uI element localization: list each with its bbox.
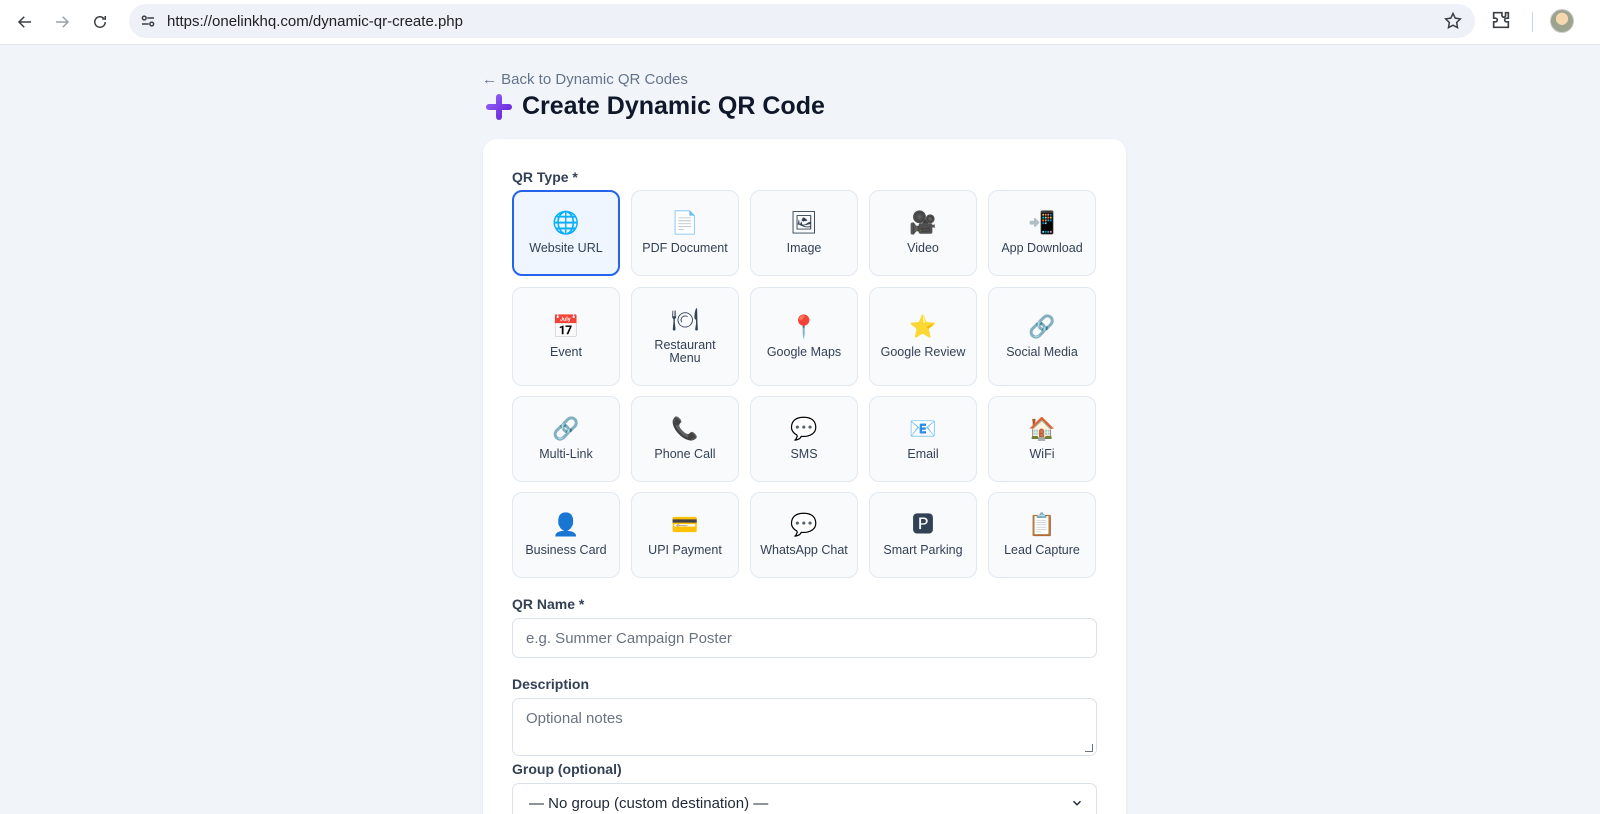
group-label: Group (optional) xyxy=(512,761,622,777)
speech-bubble-icon: 💬 xyxy=(790,417,818,442)
back-arrow-icon[interactable] xyxy=(10,7,40,37)
site-info-icon[interactable] xyxy=(137,10,159,32)
qr-type-business-card[interactable]: 👤 Business Card xyxy=(512,492,620,578)
qr-type-label: WhatsApp Chat xyxy=(760,543,848,557)
url-text[interactable]: https://onelinkhq.com/dynamic-qr-create.… xyxy=(167,13,463,30)
qr-type-social-media[interactable]: 🔗 Social Media xyxy=(988,287,1096,386)
qr-type-label: SMS xyxy=(790,447,818,461)
forward-arrow-icon[interactable] xyxy=(47,7,77,37)
description-textarea[interactable]: Optional notes xyxy=(512,698,1097,756)
qr-type-label: Lead Capture xyxy=(1004,543,1080,557)
qr-type-label: Multi-Link xyxy=(539,447,593,461)
qr-type-label: Event xyxy=(550,344,582,359)
chevron-down-icon xyxy=(1072,800,1082,806)
page-title: Create Dynamic QR Code xyxy=(486,92,825,121)
link-icon: 🔗 xyxy=(1028,314,1056,340)
qr-type-label: PDF Document xyxy=(642,241,728,255)
person-icon: 👤 xyxy=(552,513,580,538)
qr-type-label: Website URL xyxy=(529,241,603,255)
qr-type-label: Video xyxy=(907,241,939,255)
qr-type-whatsapp-chat[interactable]: 💬 WhatsApp Chat xyxy=(750,492,858,578)
qr-type-label: Smart Parking xyxy=(883,543,963,557)
link-icon: 🔗 xyxy=(552,417,580,442)
calendar-icon: 📅 xyxy=(552,314,580,340)
qr-name-label: QR Name * xyxy=(512,596,585,612)
plate-cutlery-icon: 🍽 xyxy=(671,308,699,333)
browser-toolbar: https://onelinkhq.com/dynamic-qr-create.… xyxy=(0,0,1600,45)
qr-type-label: App Download xyxy=(1001,241,1083,255)
qr-type-lead-capture[interactable]: 📋 Lead Capture xyxy=(988,492,1096,578)
phone-icon: 📞 xyxy=(671,417,699,442)
description-label: Description xyxy=(512,676,590,692)
qr-type-upi-payment[interactable]: 💳 UPI Payment xyxy=(631,492,739,578)
globe-icon: 🌐 xyxy=(552,211,580,236)
resize-handle[interactable] xyxy=(1085,744,1093,752)
qr-type-label: QR Type * xyxy=(512,169,578,185)
qr-type-event[interactable]: 📅 Event xyxy=(512,287,620,386)
qr-type-phone-call[interactable]: 📞 Phone Call xyxy=(631,396,739,482)
group-select-value: — No group (custom destination) — xyxy=(529,795,769,812)
house-icon: 🏠 xyxy=(1028,417,1056,442)
page-title-text: Create Dynamic QR Code xyxy=(522,92,825,120)
parking-icon: 🅿 xyxy=(911,513,934,538)
qr-type-label: Google Maps xyxy=(766,344,842,359)
map-pin-icon: 📍 xyxy=(790,314,818,340)
qr-type-pdf-document[interactable]: 📄 PDF Document xyxy=(631,190,739,276)
reload-icon[interactable] xyxy=(85,7,115,37)
qr-type-email[interactable]: 📧 Email xyxy=(869,396,977,482)
bookmark-star-icon[interactable] xyxy=(1443,11,1463,31)
qr-type-label: Social Media xyxy=(1006,344,1078,359)
qr-type-label: Google Review xyxy=(880,344,966,359)
qr-type-label: Restaurant Menu xyxy=(654,338,716,365)
qr-type-website-url[interactable]: 🌐 Website URL xyxy=(512,190,620,276)
qr-type-label: Image xyxy=(786,241,822,255)
qr-type-label: Email xyxy=(907,447,939,461)
profile-avatar[interactable] xyxy=(1550,9,1574,33)
picture-icon: 🖼 xyxy=(790,211,818,236)
speech-bubble-icon: 💬 xyxy=(790,513,818,538)
email-icon: 📧 xyxy=(909,417,937,442)
kebab-menu-icon[interactable]: ⋮ xyxy=(1593,12,1600,32)
star-icon: ⭐ xyxy=(909,314,937,340)
plus-icon xyxy=(486,93,512,120)
address-bar[interactable]: https://onelinkhq.com/dynamic-qr-create.… xyxy=(129,4,1475,38)
movie-camera-icon: 🎥 xyxy=(909,211,937,236)
back-to-dynamic-qr-link[interactable]: ← Back to Dynamic QR Codes xyxy=(482,71,688,88)
qr-type-video[interactable]: 🎥 Video xyxy=(869,190,977,276)
qr-type-google-review[interactable]: ⭐ Google Review xyxy=(869,287,977,386)
qr-type-label: Business Card xyxy=(525,543,607,557)
clipboard-icon: 📋 xyxy=(1028,513,1056,538)
qr-type-label: Phone Call xyxy=(654,447,716,461)
toolbar-divider xyxy=(1532,12,1533,32)
qr-type-label: WiFi xyxy=(1029,447,1055,461)
qr-type-multi-link[interactable]: 🔗 Multi-Link xyxy=(512,396,620,482)
qr-type-wifi[interactable]: 🏠 WiFi xyxy=(988,396,1096,482)
credit-card-icon: 💳 xyxy=(671,513,699,538)
mobile-arrow-icon: 📲 xyxy=(1028,211,1056,236)
qr-type-app-download[interactable]: 📲 App Download xyxy=(988,190,1096,276)
description-placeholder: Optional notes xyxy=(526,710,623,727)
qr-type-label: UPI Payment xyxy=(648,543,722,557)
group-select[interactable]: — No group (custom destination) — xyxy=(512,783,1097,814)
qr-type-image[interactable]: 🖼 Image xyxy=(750,190,858,276)
qr-type-smart-parking[interactable]: 🅿 Smart Parking xyxy=(869,492,977,578)
qr-type-google-maps[interactable]: 📍 Google Maps xyxy=(750,287,858,386)
qr-type-sms[interactable]: 💬 SMS xyxy=(750,396,858,482)
qr-type-restaurant-menu[interactable]: 🍽 Restaurant Menu xyxy=(631,287,739,386)
qr-name-input[interactable]: e.g. Summer Campaign Poster xyxy=(512,618,1097,658)
extensions-puzzle-icon[interactable] xyxy=(1490,9,1516,35)
document-icon: 📄 xyxy=(671,211,699,236)
